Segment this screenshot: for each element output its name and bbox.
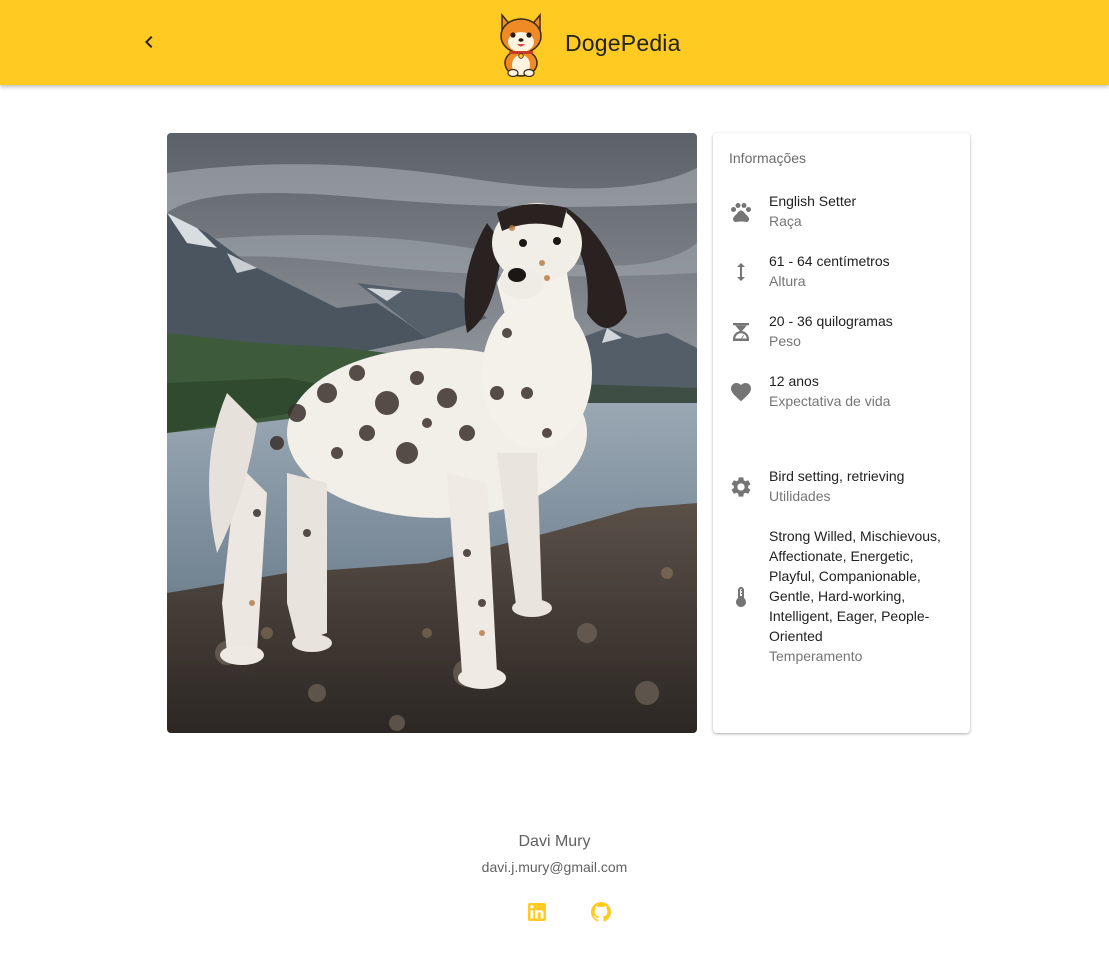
breed-image — [167, 133, 697, 733]
gear-icon — [729, 475, 753, 499]
github-icon — [591, 902, 611, 922]
linkedin-icon — [528, 903, 546, 921]
shiba-dog-logo — [500, 12, 542, 77]
info-card: Informações English Setter Raça 61 - 64 … — [713, 133, 970, 733]
linkedin-link[interactable] — [525, 900, 549, 924]
info-subheader: Informações — [729, 150, 807, 166]
info-primary: 20 - 36 quilogramas — [769, 313, 893, 329]
info-secondary: Altura — [769, 273, 806, 289]
info-secondary: Peso — [769, 333, 801, 349]
thermometer-icon — [729, 585, 753, 609]
info-secondary: Temperamento — [769, 648, 863, 664]
author-name: Davi Mury — [518, 833, 591, 850]
back-button[interactable] — [131, 24, 167, 60]
brand[interactable]: DogePedia — [494, 8, 681, 78]
chevron-left-icon — [145, 36, 153, 48]
info-primary: English Setter — [769, 193, 857, 209]
paw-icon — [729, 200, 753, 224]
info-primary: 61 - 64 centímetros — [769, 253, 890, 269]
author-email: davi.j.mury@gmail.com — [481, 859, 628, 875]
heart-icon — [729, 380, 753, 404]
scale-icon — [729, 320, 753, 344]
info-secondary: Expectativa de vida — [769, 393, 891, 409]
info-primary: 12 anos — [769, 373, 819, 389]
info-secondary: Raça — [769, 213, 802, 229]
info-primary: Strong Willed, Mischievous, Affectionate… — [769, 528, 941, 644]
info-secondary: Utilidades — [769, 488, 831, 504]
app-bar: DogePedia — [0, 0, 1109, 85]
github-link[interactable] — [589, 900, 613, 924]
info-primary: Bird setting, retrieving — [769, 468, 905, 484]
height-icon — [729, 260, 753, 284]
app-title: DogePedia — [565, 29, 681, 56]
